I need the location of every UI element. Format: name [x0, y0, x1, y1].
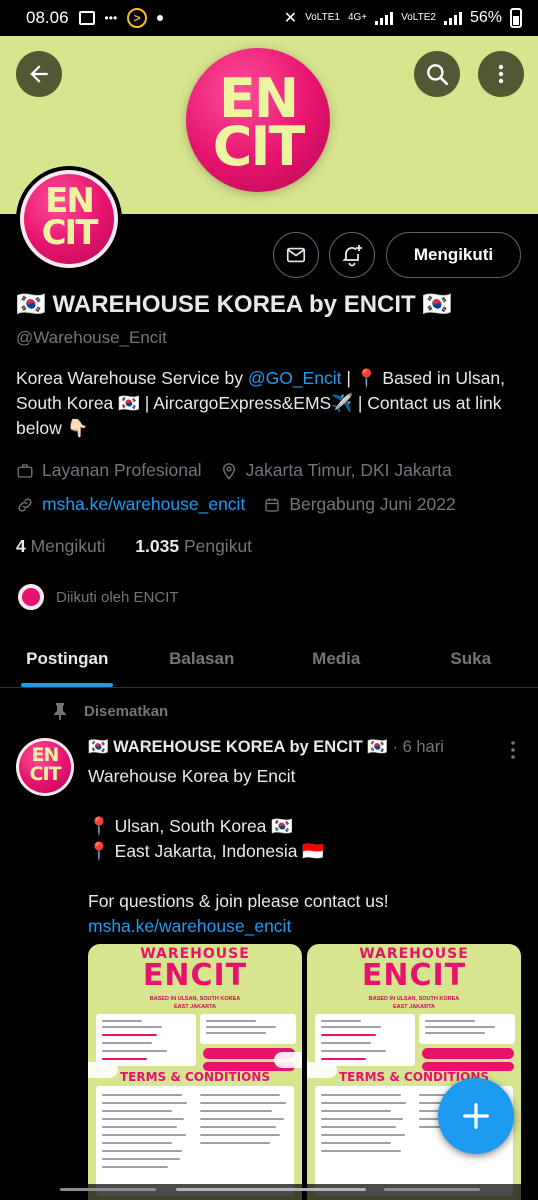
bio-mention-link[interactable]: @GO_Encit	[248, 368, 342, 388]
followers-count-link[interactable]: 1.035 Pengikut	[135, 536, 252, 556]
media-subtitle-2: EAST JAKARTA	[173, 1004, 217, 1010]
media-panel-right	[419, 1014, 515, 1044]
calendar-icon	[263, 496, 281, 514]
gallery-icon	[78, 11, 95, 25]
post-media-2[interactable]: WAREHOUSE ENCIT BASED IN ULSAN, SOUTH KO…	[307, 944, 521, 1200]
back-button[interactable]	[16, 51, 62, 97]
post-author-avatar[interactable]: EN CIT	[16, 738, 74, 796]
follow-counts: 4 Mengikuti 1.035 Pengikut	[16, 536, 252, 557]
post-time[interactable]: 6 hari	[403, 738, 444, 756]
status-time: 08.06	[26, 8, 69, 27]
follower-avatar	[16, 582, 46, 612]
post-header: 🇰🇷 WAREHOUSE KOREA by ENCIT 🇰🇷 · 6 hari	[88, 738, 444, 757]
tab-replies[interactable]: Balasan	[135, 630, 270, 687]
followed-by-row[interactable]: Diikuti oleh ENCIT	[16, 582, 179, 612]
bell-plus-icon	[342, 245, 362, 267]
network-label-3: VoLTE2	[401, 12, 436, 23]
followed-by-text: Diikuti oleh ENCIT	[56, 588, 179, 606]
compose-post-button[interactable]	[438, 1078, 514, 1154]
profile-avatar[interactable]: EN CIT	[16, 166, 122, 272]
post-link[interactable]: msha.ke/warehouse_encit	[88, 914, 518, 939]
profile-joined: Bergabung Juni 2022	[289, 494, 456, 514]
profile-bio: Korea Warehouse Service by @GO_Encit | 📍…	[16, 366, 516, 441]
status-bar: 08.06 ••• > ✕ VoLTE1 4G+ VoLTE2 56%	[0, 0, 538, 36]
tab-likes[interactable]: Suka	[404, 630, 538, 687]
bio-prefix: Korea Warehouse Service by	[16, 368, 248, 388]
notification-dot-icon	[157, 15, 164, 21]
post-more-button[interactable]	[506, 740, 520, 765]
media-subtitle-1: BASED IN ULSAN, SOUTH KOREA	[149, 996, 241, 1002]
media-panel-right	[200, 1014, 296, 1044]
post-line-3: 📍 East Jakarta, Indonesia 🇮🇩	[88, 841, 325, 861]
post-media-1[interactable]: WAREHOUSE ENCIT BASED IN ULSAN, SOUTH KO…	[88, 944, 302, 1200]
post-avatar-line2: CIT	[29, 763, 62, 785]
notification-subscribe-button[interactable]	[329, 232, 375, 278]
following-count-link[interactable]: 4 Mengikuti	[16, 536, 106, 556]
tab-media[interactable]: Media	[269, 630, 404, 687]
media-title-main: ENCIT	[142, 958, 248, 993]
link-icon	[16, 496, 34, 514]
post-line-4: For questions & join please contact us!	[88, 891, 389, 911]
pinned-label: Disematkan	[84, 702, 169, 720]
tab-posts[interactable]: Postingan	[0, 630, 135, 687]
media-terms-panel	[96, 1086, 294, 1196]
profile-meta-row-1: Layanan Profesional Jakarta Timur, DKI J…	[16, 460, 470, 481]
profile-tabs: Postingan Balasan Media Suka	[0, 630, 538, 688]
network-label-2: 4G+	[347, 12, 368, 23]
signal-dots-icon: •••	[104, 11, 118, 25]
more-options-button[interactable]	[478, 51, 524, 97]
battery-level: 56%	[469, 9, 502, 26]
profile-name: 🇰🇷 WAREHOUSE KOREA by ENCIT 🇰🇷	[16, 291, 453, 318]
media-subtitle-2: EAST JAKARTA	[392, 1004, 436, 1010]
profile-website-link[interactable]: msha.ke/warehouse_encit	[42, 494, 245, 515]
navigation-gesture-bar	[0, 1184, 538, 1200]
post-author-name[interactable]: 🇰🇷 WAREHOUSE KOREA by ENCIT 🇰🇷	[88, 738, 388, 756]
arrow-left-icon	[30, 65, 48, 83]
signal-icon	[375, 11, 394, 25]
media-panel-left	[96, 1014, 196, 1066]
briefcase-icon	[16, 462, 34, 480]
banner-logo-line2: CIT	[212, 115, 306, 178]
post-body: Warehouse Korea by Encit 📍 Ulsan, South …	[88, 764, 518, 939]
app-notification-icon: >	[127, 8, 148, 28]
battery-icon	[510, 8, 522, 28]
profile-category: Layanan Profesional	[42, 460, 202, 480]
message-button[interactable]	[273, 232, 319, 278]
plus-icon	[463, 1103, 489, 1129]
post-line-1: Warehouse Korea by Encit	[88, 766, 296, 786]
following-button[interactable]: Mengikuti	[386, 232, 521, 278]
envelope-icon	[286, 247, 306, 263]
profile-handle: @Warehouse_Encit	[16, 328, 167, 347]
pin-icon	[54, 703, 66, 720]
pinned-indicator: Disematkan	[52, 702, 168, 720]
media-section-title: TERMS & CONDITIONS	[119, 1070, 271, 1084]
search-icon	[427, 64, 449, 86]
post-separator: ·	[392, 738, 399, 756]
media-title-main: ENCIT	[361, 958, 467, 993]
post-line-2: 📍 Ulsan, South Korea 🇰🇷	[88, 816, 294, 836]
profile-location: Jakarta Timur, DKI Jakarta	[245, 460, 452, 480]
media-subtitle-1: BASED IN ULSAN, SOUTH KOREA	[368, 996, 460, 1002]
mute-icon: ✕	[283, 10, 298, 27]
avatar-logo-line2: CIT	[41, 213, 99, 253]
network-label-1: VoLTE1	[305, 12, 340, 23]
search-button[interactable]	[414, 51, 460, 97]
signal-icon-2	[443, 11, 462, 25]
location-pin-icon	[220, 462, 238, 480]
banner-logo: EN CIT	[186, 48, 330, 192]
media-panel-left	[315, 1014, 415, 1066]
profile-meta-row-2: msha.ke/warehouse_encit Bergabung Juni 2…	[16, 494, 474, 515]
more-vertical-icon	[511, 741, 515, 759]
more-vertical-icon	[498, 64, 504, 84]
